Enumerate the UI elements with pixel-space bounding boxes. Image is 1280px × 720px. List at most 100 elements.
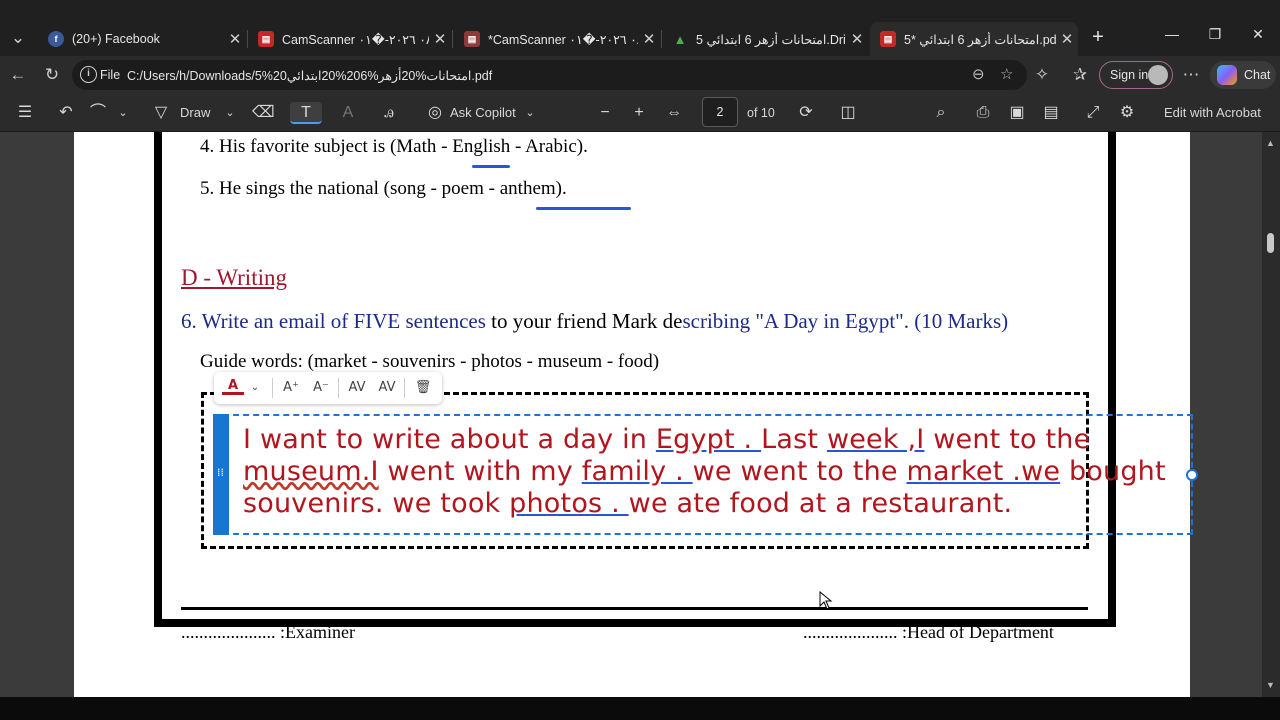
typed-answer[interactable]: I want to write about a day in Egypt . L… <box>243 424 1183 520</box>
delete-icon[interactable]: 🗑 <box>412 378 434 398</box>
tab-facebook[interactable]: f (20+) Facebook ✕ <box>38 22 246 56</box>
text-annotation[interactable]: ⁞⁞ I want to write about a day in Egypt … <box>213 414 1198 535</box>
chevron-down-icon[interactable]: ⌄ <box>519 102 541 124</box>
ink-underline <box>472 165 510 168</box>
refresh-icon[interactable]: ↻ <box>40 63 64 87</box>
sign-in-button[interactable]: Sign in <box>1099 61 1173 89</box>
separator <box>404 378 405 398</box>
chat-label: Chat <box>1244 68 1271 82</box>
extensions-icon[interactable]: ✧ <box>1030 63 1054 87</box>
close-icon[interactable]: ✕ <box>846 30 868 48</box>
pdf-viewer: 4. His favorite subject is (Math - Engli… <box>0 132 1280 697</box>
zoom-out-icon[interactable]: − <box>594 102 616 124</box>
copilot-chat-button[interactable]: Chat <box>1210 61 1276 89</box>
question-4: 4. His favorite subject is (Math - Engli… <box>200 136 588 157</box>
tab-camscanner-1[interactable]: ▤ CamScanner ٠٨٤٩ ٢٠٢٦-�٠١-� ✕ <box>248 22 451 56</box>
browser-tab-bar: ⌄ f (20+) Facebook ✕ ▤ CamScanner ٠٨٤٩ ٢… <box>0 0 1280 56</box>
address-bar: ← ↻ i File C:/Users/h/Downloads/5%20امتح… <box>0 56 1280 94</box>
chevron-down-icon[interactable]: ⌄ <box>244 378 266 398</box>
back-icon[interactable]: ← <box>6 63 30 87</box>
highlight-icon[interactable]: ⌒ <box>87 102 109 124</box>
close-window-icon[interactable]: ✕ <box>1238 26 1278 50</box>
pdf-icon: ▤ <box>258 31 274 47</box>
tab-active-pdf[interactable]: ▤ 5* امتحانات أزهر 6 ابتدائي.pdf ✕ <box>870 22 1078 56</box>
close-icon[interactable]: ✕ <box>429 30 451 48</box>
pdf-toolbar: ☰ ↶ ⌒ ⌄ ▽ Draw ⌄ ⌫ T A ꭿ ◎ Ask Copilot ⌄… <box>0 94 1280 132</box>
chevron-down-icon[interactable]: ⌄ <box>219 102 241 124</box>
fit-width-icon[interactable]: ⇔ <box>663 102 685 124</box>
zoom-icon[interactable]: ⊖ <box>972 65 985 83</box>
tab-list-icon[interactable]: ⌄ <box>6 26 30 50</box>
more-menu-icon[interactable]: ⋯ <box>1179 63 1203 87</box>
edit-with-acrobat-button[interactable]: Edit with Acrobat <box>1164 102 1261 124</box>
copilot-icon <box>1217 65 1237 85</box>
ink-underline <box>536 207 631 210</box>
avatar-icon <box>1148 65 1168 85</box>
undo-icon[interactable]: ↶ <box>55 102 77 124</box>
favorite-star-icon[interactable]: ☆ <box>1000 65 1013 83</box>
url-scheme: File <box>100 68 121 82</box>
font-color-icon[interactable]: A <box>222 378 244 395</box>
sign-in-label: Sign in <box>1110 68 1149 82</box>
tab-title: 5 امتحانات أزهر 6 ابتدائي.Drive <box>696 32 846 47</box>
page-total-label: of 10 <box>747 106 775 120</box>
question-5: 5. He sings the national (song - poem - … <box>200 178 567 199</box>
tab-title: CamScanner ٠٨٤٩ ٢٠٢٦-�٠١-� <box>282 32 429 47</box>
increase-font-icon[interactable]: A⁺ <box>280 378 302 398</box>
scrollbar-thumb[interactable] <box>1267 233 1274 253</box>
print-icon[interactable]: ⎙ <box>972 102 994 124</box>
draw-button[interactable]: Draw <box>180 102 210 124</box>
favorites-icon[interactable]: ✰ <box>1068 63 1092 87</box>
draw-icon[interactable]: ▽ <box>150 102 172 124</box>
read-aloud-icon[interactable]: ꭿ <box>378 102 400 124</box>
page-frame-right <box>1108 132 1116 627</box>
tab-title: *CamScanner ٠٨٤٩ ٢٠٢٦-�٠١-� <box>488 32 638 47</box>
fullscreen-icon[interactable]: ⤢ <box>1082 102 1104 124</box>
pdf-icon: ▤ <box>880 31 896 47</box>
add-text-icon[interactable]: T <box>290 102 322 124</box>
rotate-icon[interactable]: ⟳ <box>795 102 817 124</box>
guide-words: Guide words: (market - souvenirs - photo… <box>200 351 660 372</box>
contents-icon[interactable]: ☰ <box>14 102 36 124</box>
url-field[interactable]: i File C:/Users/h/Downloads/5%20امتحانات… <box>72 60 1027 90</box>
restore-icon[interactable]: ❐ <box>1195 26 1235 50</box>
page-number-input[interactable]: 2 <box>702 97 738 127</box>
tab-drive[interactable]: ▲ 5 امتحانات أزهر 6 ابتدائي.Drive ✕ <box>662 22 868 56</box>
chevron-down-icon[interactable]: ⌄ <box>112 102 134 124</box>
save-as-icon[interactable]: ▤ <box>1040 102 1062 124</box>
search-icon[interactable]: ⌕ <box>930 102 952 124</box>
resize-handle[interactable] <box>1186 469 1198 481</box>
copilot-icon[interactable]: ◎ <box>424 102 446 124</box>
page-frame-left <box>154 132 162 627</box>
grip-icon: ⁞⁞ <box>217 466 224 479</box>
facebook-icon: f <box>48 31 64 47</box>
vertical-scrollbar[interactable]: ▲ ▼ <box>1262 132 1280 697</box>
url-text[interactable]: C:/Users/h/Downloads/5%20امتحانات%20أزهر… <box>127 68 492 83</box>
scroll-down-icon[interactable]: ▼ <box>1266 680 1275 690</box>
tab-camscanner-2[interactable]: ▤ *CamScanner ٠٨٤٩ ٢٠٢٦-�٠١-� ✕ <box>454 22 660 56</box>
decrease-font-icon[interactable]: A⁻ <box>310 378 332 398</box>
ask-copilot-button[interactable]: Ask Copilot <box>450 102 516 124</box>
settings-gear-icon[interactable]: ⚙ <box>1116 102 1138 124</box>
drag-handle[interactable]: ⁞⁞ <box>213 414 229 535</box>
close-icon[interactable]: ✕ <box>224 30 246 48</box>
close-icon[interactable]: ✕ <box>1056 30 1078 48</box>
save-icon[interactable]: ▣ <box>1006 102 1028 124</box>
answer-line-2: museum.I went with my family . we went t… <box>243 456 1166 487</box>
info-icon[interactable]: i <box>80 66 97 83</box>
decrease-spacing-icon[interactable]: AV <box>376 378 398 398</box>
minimize-icon[interactable]: — <box>1152 26 1192 50</box>
question-6: 6. Write an email of FIVE sentences to y… <box>181 309 1009 333</box>
tab-title: (20+) Facebook <box>72 32 160 46</box>
increase-spacing-icon[interactable]: AV <box>346 378 368 398</box>
eraser-icon[interactable]: ⌫ <box>252 102 275 124</box>
scroll-up-icon[interactable]: ▲ <box>1266 138 1275 148</box>
tab-divider <box>452 30 453 48</box>
text-effects-icon[interactable]: A <box>337 102 359 124</box>
close-icon[interactable]: ✕ <box>638 30 660 48</box>
zoom-in-icon[interactable]: + <box>628 102 650 124</box>
page-view-icon[interactable]: ◫ <box>837 102 859 124</box>
new-tab-button[interactable]: + <box>1078 26 1118 50</box>
separator <box>338 378 339 398</box>
examiner-line: ..................... :Examiner <box>181 622 355 642</box>
